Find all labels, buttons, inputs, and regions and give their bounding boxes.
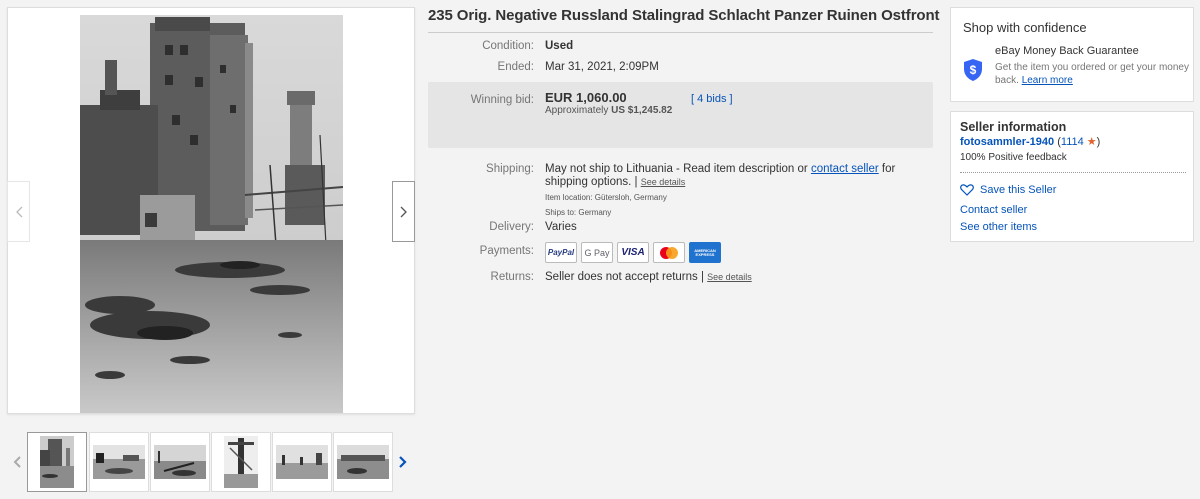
seller-divider xyxy=(960,172,1186,173)
svg-text:$: $ xyxy=(970,63,977,77)
seller-score: (1114 ★) xyxy=(1057,136,1100,148)
thumbnail-strip xyxy=(7,430,415,495)
chevron-left-icon xyxy=(15,206,22,217)
learn-more-link[interactable]: Learn more xyxy=(1022,75,1073,86)
prev-image-button[interactable] xyxy=(7,181,30,242)
payments-label: Payments: xyxy=(479,245,534,257)
amex-card-icon: AMERICAN EXPRESS xyxy=(689,242,721,263)
shipping-row: Shipping: May not ship to Lithuania - Re… xyxy=(428,163,933,217)
save-seller-button[interactable]: Save this Seller xyxy=(960,184,1056,196)
seller-information-panel: Seller information fotosammler-1940 (111… xyxy=(950,111,1194,242)
shipping-text: May not ship to Lithuania - Read item de… xyxy=(545,163,808,175)
thumbnail-4[interactable] xyxy=(211,432,271,492)
main-image-viewer xyxy=(7,7,415,414)
shipping-see-details-link[interactable]: See details xyxy=(641,177,686,187)
shop-with-confidence-panel: Shop with confidence $ eBay Money Back G… xyxy=(950,7,1194,102)
bids-close-bracket: ] xyxy=(729,93,733,105)
delivery-value: Varies xyxy=(545,221,577,233)
amex-text: AMERICAN EXPRESS xyxy=(694,247,716,257)
approx-value: US $1,245.82 xyxy=(611,105,673,116)
returns-text: Seller does not accept returns | xyxy=(545,271,704,283)
delivery-label: Delivery: xyxy=(489,221,534,233)
gpay-text: G Pay xyxy=(584,247,610,258)
chevron-left-icon xyxy=(13,456,21,468)
seller-score-link[interactable]: 1114 xyxy=(1061,136,1084,148)
returns-see-details-link[interactable]: See details xyxy=(707,272,752,282)
thumbnail-1[interactable] xyxy=(27,432,87,492)
approx-prefix: Approximately xyxy=(545,105,609,116)
payment-methods: PayPal G Pay VISA AMERICAN EXPRESS xyxy=(545,242,721,263)
ships-to: Ships to: Germany xyxy=(545,208,612,217)
item-title: 235 Orig. Negative Russland Stalingrad S… xyxy=(428,7,940,24)
see-other-items-link[interactable]: See other items xyxy=(960,221,1037,233)
title-divider xyxy=(428,32,933,33)
confidence-title: Shop with confidence xyxy=(963,20,1087,35)
paypal-text: PayPal xyxy=(547,248,575,257)
ended-label: Ended: xyxy=(497,61,534,73)
item-location: Item location: Gütersloh, Germany xyxy=(545,193,667,202)
approx-price: Approximately US $1,245.82 xyxy=(545,105,672,116)
contact-seller-panel-link[interactable]: Contact seller xyxy=(960,204,1027,216)
money-back-guarantee-title: eBay Money Back Guarantee xyxy=(995,45,1139,57)
seller-info-title: Seller information xyxy=(960,120,1067,134)
condition-label: Condition: xyxy=(482,40,534,52)
shield-check-icon: $ xyxy=(964,59,982,81)
chevron-right-icon xyxy=(399,456,407,468)
winning-bid-label: Winning bid: xyxy=(470,94,534,106)
chevron-right-icon xyxy=(400,206,407,217)
shipping-label: Shipping: xyxy=(486,163,534,175)
score-close-paren: ) xyxy=(1096,136,1101,148)
mastercard-icon xyxy=(660,246,678,259)
condition-value: Used xyxy=(545,40,574,52)
main-product-photo[interactable] xyxy=(80,15,343,413)
save-seller-label: Save this Seller xyxy=(980,184,1057,196)
shipping-text-3: options. | xyxy=(591,176,638,188)
thumbnail-2[interactable] xyxy=(89,432,149,492)
star-icon: ★ xyxy=(1086,136,1097,148)
returns-value: Seller does not accept returns | See det… xyxy=(545,271,752,283)
bid-count: [ 4 bids ] xyxy=(691,93,733,105)
bids-link[interactable]: 4 bids xyxy=(697,93,726,105)
returns-label: Returns: xyxy=(490,271,534,283)
thumbnail-6[interactable] xyxy=(333,432,393,492)
winning-bid-value: EUR 1,060.00 xyxy=(545,90,627,105)
bids-open-bracket: [ xyxy=(691,93,695,105)
contact-seller-link[interactable]: contact seller xyxy=(811,163,879,175)
thumbnail-5[interactable] xyxy=(272,432,332,492)
ended-value: Mar 31, 2021, 2:09PM xyxy=(545,61,659,73)
thumbnail-3[interactable] xyxy=(150,432,210,492)
winning-bid-box: Winning bid: EUR 1,060.00 Approximately … xyxy=(428,82,933,148)
mastercard-card-icon xyxy=(653,242,685,263)
heart-icon xyxy=(960,184,974,196)
positive-feedback: 100% Positive feedback xyxy=(960,152,1067,163)
google-pay-card-icon: G Pay xyxy=(581,242,613,263)
visa-text: VISA xyxy=(621,247,645,258)
paypal-card-icon: PayPal xyxy=(545,242,577,263)
thumbnail-prev-button[interactable] xyxy=(9,452,25,472)
seller-name-link[interactable]: fotosammler-1940 xyxy=(960,136,1054,148)
next-image-button[interactable] xyxy=(392,181,415,242)
visa-card-icon: VISA xyxy=(617,242,649,263)
shipping-details: May not ship to Lithuania - Read item de… xyxy=(545,163,930,219)
money-back-guarantee-text: Get the item you ordered or get your mon… xyxy=(995,61,1191,87)
seller-name-row: fotosammler-1940 (1114 ★) xyxy=(960,135,1100,148)
thumbnail-next-button[interactable] xyxy=(395,452,411,472)
